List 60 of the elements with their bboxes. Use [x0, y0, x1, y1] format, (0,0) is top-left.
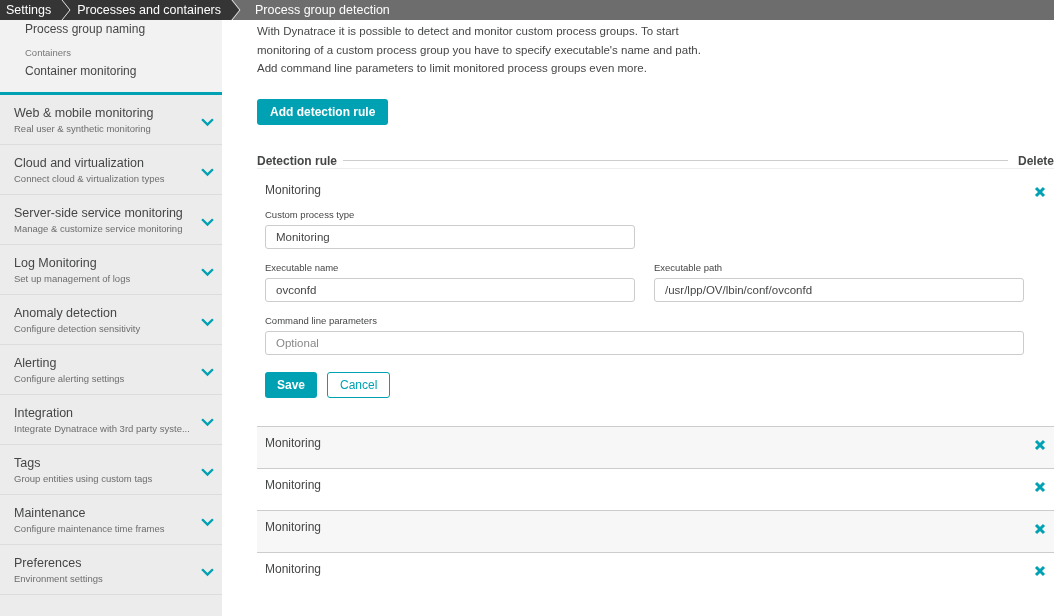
section-title: Cloud and virtualization	[14, 155, 145, 170]
section-title: Alerting	[14, 355, 58, 370]
chevron-down-icon[interactable]	[201, 518, 214, 527]
chevron-down-icon[interactable]	[201, 218, 214, 227]
field-label: Command line parameters	[265, 314, 378, 326]
rule-name: Monitoring	[265, 561, 323, 576]
chevron-down-icon[interactable]	[201, 268, 214, 277]
column-header: Detection rule	[257, 153, 337, 168]
rule-name: Monitoring	[265, 435, 323, 450]
chevron-down-icon[interactable]	[201, 568, 214, 577]
rule-name: Monitoring	[265, 477, 323, 492]
rule-row[interactable]: Monitoring	[257, 467, 1054, 510]
section-subtitle: Environment settings	[14, 572, 104, 584]
section-title: Integration	[14, 405, 75, 420]
chevron-down-icon[interactable]	[201, 168, 214, 177]
chevron-down-icon[interactable]	[201, 318, 214, 327]
section-subtitle: Real user & synthetic monitoring	[14, 122, 152, 134]
field-label: Custom process type	[265, 208, 356, 220]
chevron-down-icon[interactable]	[201, 418, 214, 427]
chevron-down-icon[interactable]	[201, 118, 214, 127]
rule-name: Monitoring	[265, 182, 323, 197]
delete-icon[interactable]	[1034, 564, 1046, 577]
input-field[interactable]: Optional	[265, 330, 1024, 355]
field-label: Executable path	[654, 261, 724, 273]
section-subtitle: Configure alerting settings	[14, 372, 126, 384]
rule-row[interactable]: Monitoring	[257, 425, 1054, 468]
sidebar-group-label: Containers	[25, 47, 72, 58]
section-subtitle: Configure detection sensitivity	[14, 322, 142, 334]
column-header: Delete	[1017, 153, 1054, 168]
section-title: Preferences	[14, 555, 83, 570]
delete-icon[interactable]	[1034, 438, 1046, 451]
section-title: Web & mobile monitoring	[14, 105, 155, 120]
section-title: Server-side service monitoring	[14, 205, 184, 220]
section-subtitle: Configure maintenance time frames	[14, 522, 166, 534]
delete-icon[interactable]	[1034, 480, 1046, 493]
section-subtitle: Set up management of logs	[14, 272, 132, 284]
chevron-down-icon[interactable]	[201, 368, 214, 377]
sidebar-link[interactable]: Container monitoring	[25, 63, 222, 79]
description-text: With Dynatrace it is possible to detect and monitor custom process groups. To start monitoring of a custom process group you have to specify executable's name and path. Add command line parameters to limit monitored process groups even more.	[257, 24, 702, 76]
delete-icon[interactable]	[1034, 522, 1046, 535]
rule-row[interactable]: Monitoring	[257, 509, 1054, 552]
rule-row[interactable]: Monitoring	[257, 551, 1054, 594]
delete-icon[interactable]	[1034, 185, 1046, 198]
input-field[interactable]: Monitoring	[265, 224, 635, 249]
breadcrumb-separator-icon	[231, 0, 241, 20]
input-field[interactable]: /usr/lpp/OV/lbin/conf/ovconfd	[654, 277, 1024, 302]
section-subtitle: Integrate Dynatrace with 3rd party syste...	[14, 422, 191, 434]
section-subtitle: Manage & customize service monitoring	[14, 222, 184, 234]
section-title: Maintenance	[14, 505, 87, 520]
field-label: Executable name	[265, 261, 340, 273]
section-title: Log Monitoring	[14, 255, 98, 270]
chevron-down-icon[interactable]	[201, 468, 214, 477]
breadcrumb-link[interactable]: Settings	[0, 0, 62, 20]
section-subtitle: Group entities using custom tags	[14, 472, 154, 484]
section-title: Tags	[14, 455, 42, 470]
section-title: Anomaly detection	[14, 305, 118, 320]
rule-name: Monitoring	[265, 519, 323, 534]
sidebar-link[interactable]: Process group naming	[25, 21, 222, 37]
input-field[interactable]: ovconfd	[265, 277, 635, 302]
section-subtitle: Connect cloud & virtualization types	[14, 172, 166, 184]
